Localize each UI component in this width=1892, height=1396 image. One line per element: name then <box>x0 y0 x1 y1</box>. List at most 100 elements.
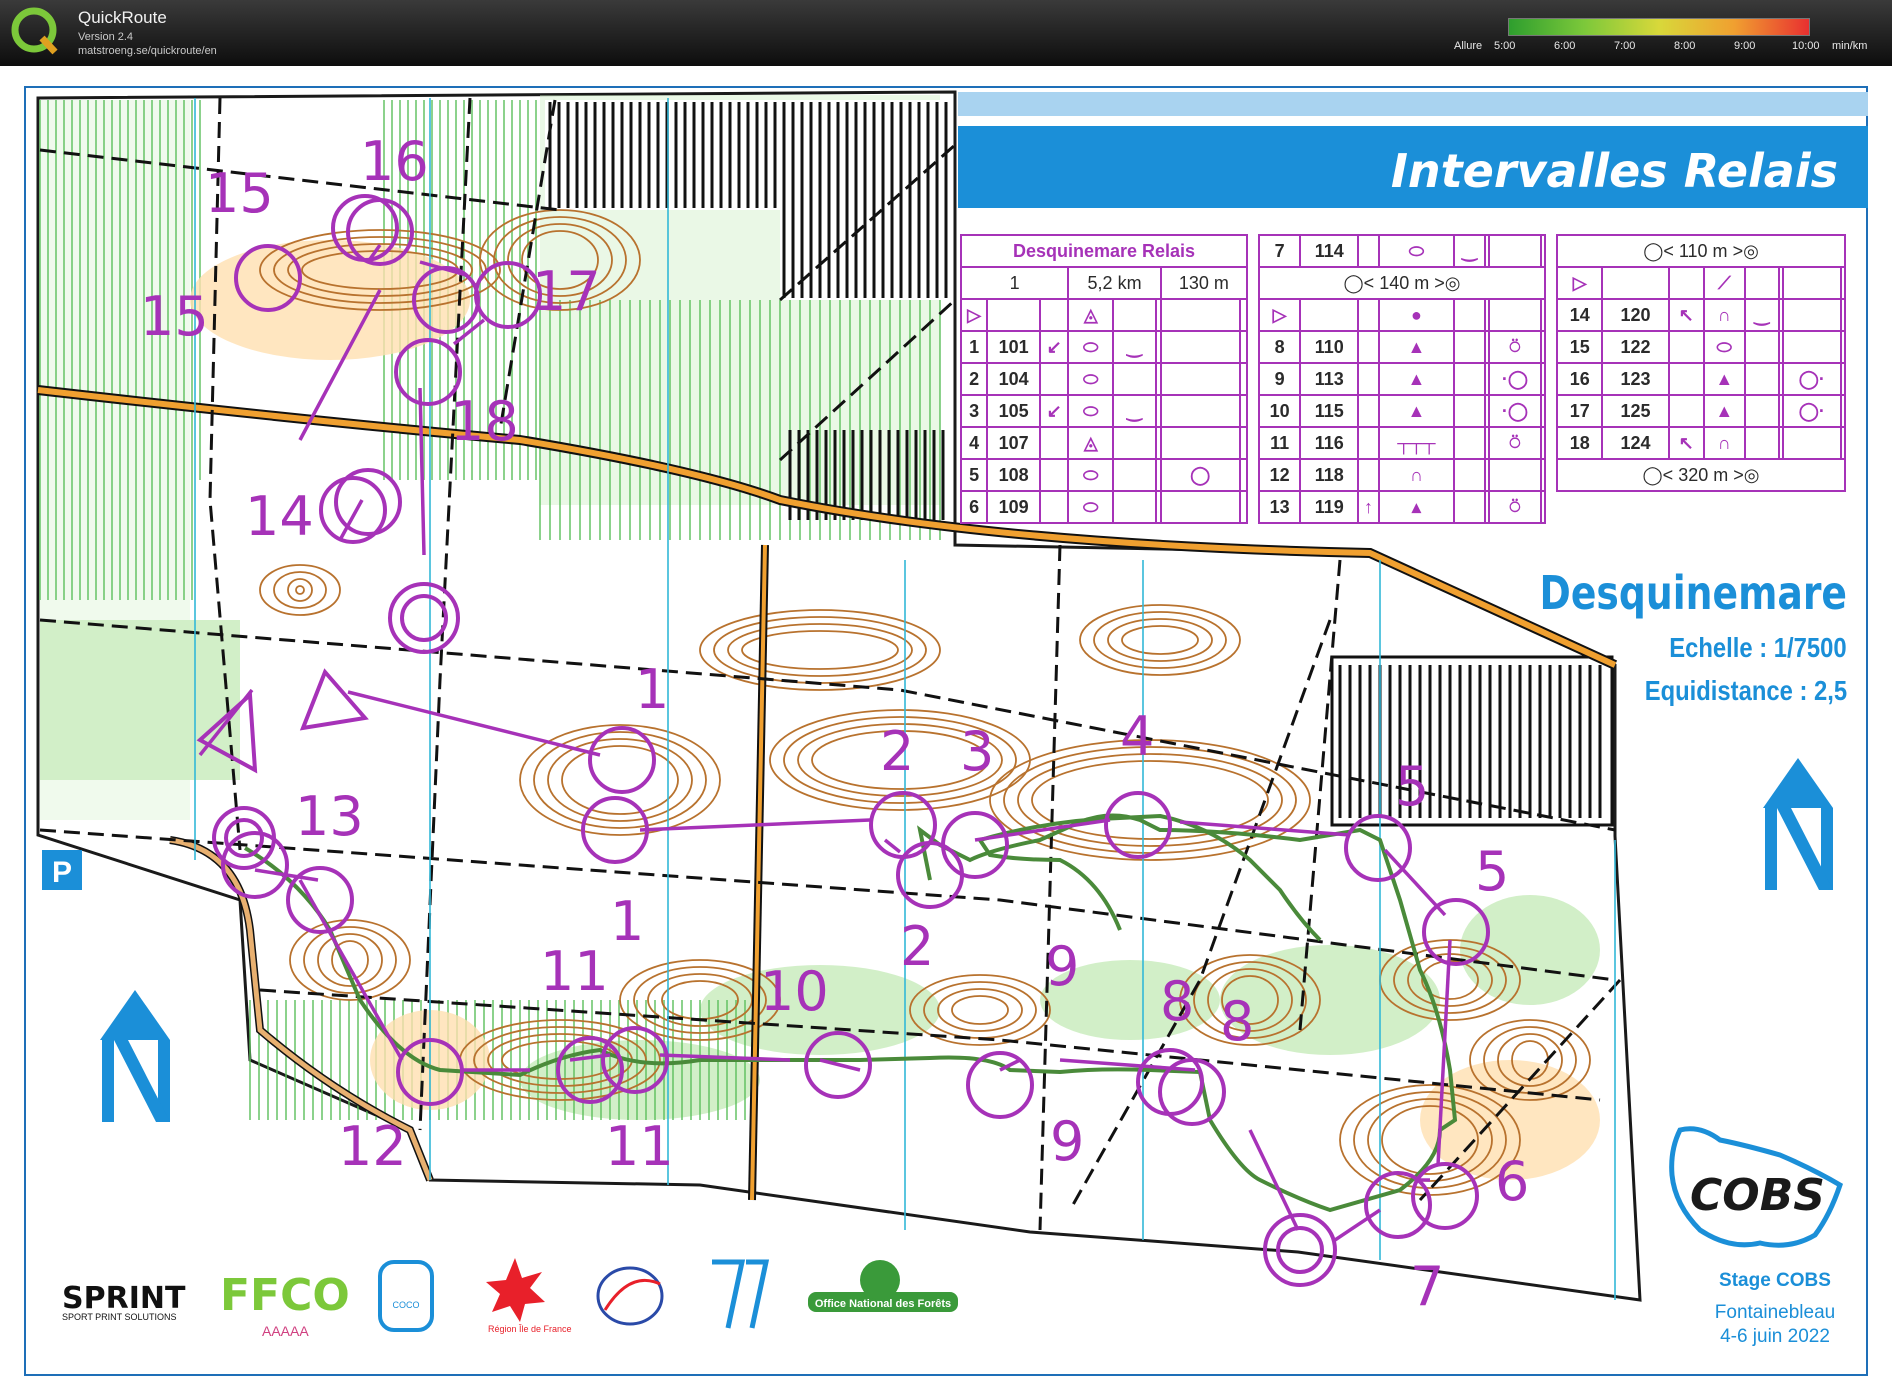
leg-start-icon: ◯< <box>1643 240 1674 261</box>
onf-logo-text: Office National des Forêts <box>815 1298 951 1310</box>
table-row: 1 101 ↙ ⬭ ‿ <box>959 330 1249 364</box>
course-climb: 130 m <box>1159 266 1249 300</box>
north-arrow-icon-2 <box>1763 758 1833 890</box>
control-number-label: 11 <box>540 940 609 1003</box>
knoll-icon: ∩ <box>1377 458 1456 492</box>
control-number-label: 6 <box>1495 1150 1529 1213</box>
control-number-label: 4 <box>1120 705 1154 768</box>
control-number-label: 18 <box>450 390 519 453</box>
control-number-label: 10 <box>760 960 829 1023</box>
sheet-title: Desquinemare Relais <box>960 234 1248 268</box>
table-row: 16 123 ▲ ◯· <box>1555 362 1847 396</box>
feature-icon: ⬭ <box>1702 330 1746 364</box>
control-description-sheet-3: ◯< 110 m >◎ ▷ ⟋ 14 120 ↖ ∩ ‿ 15 122 ⬭ 16 123 ▲ ◯· … <box>1555 234 1847 492</box>
knoll-icon: ∩ <box>1702 426 1746 460</box>
map-title: Intervalles Relais <box>1390 144 1838 198</box>
onf-logo-tree-icon <box>860 1260 900 1300</box>
boulder-icon: ▲ <box>1377 394 1456 428</box>
region-logo-icon <box>486 1258 545 1322</box>
coco-logo-text: COCO <box>393 1300 420 1310</box>
table-row: 18 124 ↖ ∩ <box>1555 426 1847 460</box>
start-feature-icon: ◬ <box>1067 298 1115 332</box>
position-icon: ⍥ <box>1487 330 1543 364</box>
event-dates: 4-6 juin 2022 <box>1720 1326 1830 1347</box>
direction-icon: ↙ <box>1039 330 1070 364</box>
table-row: 6 109 ⬭ <box>959 490 1249 524</box>
control-number-label: 15 <box>205 162 274 225</box>
start-symbol-icon: ▷ <box>959 298 989 332</box>
leg-distance: ◯< 140 m >◎ <box>1258 266 1546 300</box>
control-number-label: 2 <box>900 915 934 978</box>
boulder-icon: ▲ <box>1377 362 1456 396</box>
ffco-logo-sub: AAAAA <box>262 1323 309 1339</box>
table-row: 10 115 ▲ ·◯ <box>1257 394 1546 428</box>
sprint-logo: SPRINT <box>62 1281 186 1316</box>
control-number-label: 3 <box>960 720 994 783</box>
event-place: Fontainebleau <box>1714 1302 1836 1323</box>
map-scale: Echelle : 1/7500 <box>1669 632 1847 663</box>
table-row: 11 116 ┬┬┬ ⍥ <box>1257 426 1546 460</box>
orienteering-map[interactable]: 11223 455678 8991011111213141515161718 P C… <box>0 0 1892 1396</box>
table-row: 17 125 ▲ ◯· <box>1555 394 1847 428</box>
control-number-label: 9 <box>1045 935 1079 998</box>
control-number-label: 11 <box>605 1115 674 1178</box>
control-number-label: 5 <box>1395 755 1429 818</box>
control-number-label: 12 <box>338 1115 407 1178</box>
control-number-label: 15 <box>140 285 209 348</box>
cliff-icon: ┬┬┬ <box>1377 426 1456 460</box>
control-number-label: 17 <box>532 260 601 323</box>
control-number-label: 16 <box>360 130 429 193</box>
feature-icon: ⬭ <box>1067 394 1115 428</box>
cobs-logo-text: COBS <box>1690 1170 1825 1221</box>
table-row: 4 107 ◬ <box>959 426 1249 460</box>
boulder-icon: ▴ <box>1377 490 1456 524</box>
control-description-sheet-1: Desquinemare Relais 1 5,2 km 130 m ▷ ◬ 11… <box>959 234 1249 524</box>
north-arrow-icon <box>100 990 170 1122</box>
direction-icon: ↑ <box>1357 490 1380 524</box>
start-symbol-icon: ▷ <box>1555 266 1604 300</box>
control-number-label: 2 <box>880 720 914 783</box>
leg-start-icon: ◯< <box>1343 272 1375 293</box>
control-number-label: 7 <box>1410 1255 1444 1318</box>
direction-icon: ↖ <box>1667 426 1705 460</box>
leg-distance-top: ◯< 110 m >◎ <box>1556 234 1846 268</box>
control-number-label: 8 <box>1160 970 1194 1033</box>
control-number-label: 1 <box>610 890 644 953</box>
control-description-sheet-2: 7 114 ⬭ ‿ ◯< 140 m >◎ ▷ ● 8 110 ▲ ⍥ 9 113 ▲ ·◯ 10 1… <box>1257 234 1546 524</box>
direction-icon: ↖ <box>1667 298 1705 332</box>
leg-end-icon: >◎ <box>1733 464 1760 485</box>
region-logo-text: Région Île de France <box>488 1324 572 1334</box>
table-row: 5 108 ⬭ ◯ <box>959 458 1249 492</box>
control-number-label: 8 <box>1220 990 1254 1053</box>
area-name: Desquinemare <box>1539 566 1847 620</box>
start-symbol-icon: ▷ <box>1257 298 1302 332</box>
position-icon: ·◯ <box>1487 362 1543 396</box>
feature-icon: ⬭ <box>1377 234 1456 268</box>
table-row: 9 113 ▲ ·◯ <box>1257 362 1546 396</box>
ministry-logo-swoosh <box>603 1278 661 1311</box>
leg-distance-bottom: ◯< 320 m >◎ <box>1556 458 1846 492</box>
leg-end-icon: >◎ <box>1732 240 1759 261</box>
table-row: 3 105 ↙ ⬭ ‿ <box>959 394 1249 428</box>
table-row: 15 122 ⬭ <box>1555 330 1847 364</box>
dept77-logo-icon <box>712 1259 770 1329</box>
control-number-label: 9 <box>1050 1110 1084 1173</box>
table-row: 2 104 ⬭ <box>959 362 1249 396</box>
leg-end-icon: >◎ <box>1434 272 1461 293</box>
table-row: 13 119 ↑ ▴ ⍥ <box>1257 490 1546 524</box>
title-band <box>958 92 1868 116</box>
feature-icon: ◬ <box>1067 426 1115 460</box>
map-equidistance: Equidistance : 2,5 <box>1644 675 1847 706</box>
control-number-label: 14 <box>245 485 314 548</box>
position-icon: ⍥ <box>1487 490 1543 524</box>
ffco-logo: FFCO <box>220 1270 350 1321</box>
parking-sign-label: P <box>52 856 72 889</box>
knoll-icon: ∩ <box>1702 298 1746 332</box>
event-name: Stage COBS <box>1719 1270 1831 1291</box>
boulder-icon: ▲ <box>1377 330 1456 364</box>
feature-icon: ⬭ <box>1067 458 1115 492</box>
control-number-label: 1 <box>635 658 669 721</box>
position-icon: ·◯ <box>1487 394 1543 428</box>
table-row: 12 118 ∩ <box>1257 458 1546 492</box>
course-length: 5,2 km <box>1067 266 1162 300</box>
